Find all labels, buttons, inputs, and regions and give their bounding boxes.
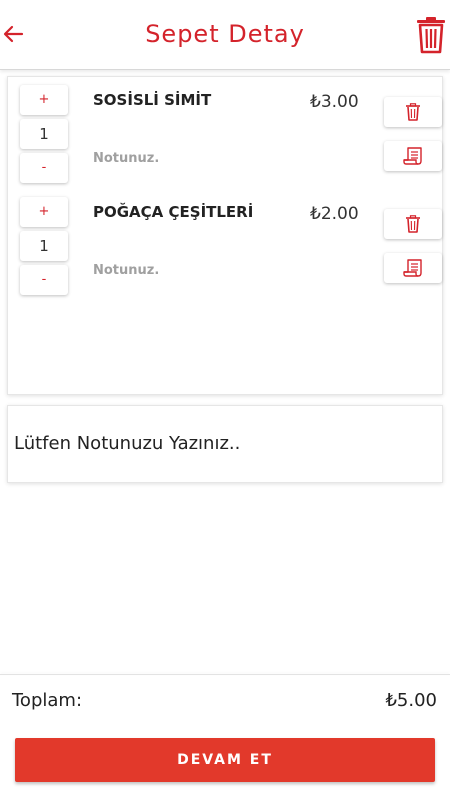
continue-button[interactable]: DEVAM ET [15,738,435,782]
cart-items-list: + 1 - SOSİSLİ SİMİT ₺3.00 Notunuz. + 1 -… [7,76,443,395]
trash-icon [417,17,445,54]
item-name: POĞAÇA ÇEŞİTLERİ [93,203,254,221]
decrement-button[interactable]: - [20,265,68,295]
decrement-button[interactable]: - [20,153,68,183]
order-note-input[interactable] [14,428,434,458]
page-title: Sepet Detay [145,20,305,48]
item-price: ₺2.00 [310,204,359,224]
trash-icon [406,103,420,121]
footer-divider [0,674,450,675]
receipt-note-icon [403,147,422,165]
total-label: Toplam: [12,690,83,711]
receipt-note-icon [403,259,422,277]
delete-item-button[interactable] [384,209,442,239]
add-note-button[interactable] [384,253,442,283]
item-name: SOSİSLİ SİMİT [93,91,212,109]
item-note[interactable]: Notunuz. [93,151,159,166]
item-price: ₺3.00 [310,92,359,112]
quantity-value: 1 [20,231,68,261]
item-note[interactable]: Notunuz. [93,263,159,278]
increment-button[interactable]: + [20,85,68,115]
total-value: ₺5.00 [385,690,437,711]
delete-item-button[interactable] [384,97,442,127]
add-note-button[interactable] [384,141,442,171]
quantity-value: 1 [20,119,68,149]
clear-cart-button[interactable] [414,16,448,54]
trash-icon [406,215,420,233]
increment-button[interactable]: + [20,197,68,227]
order-note-box [7,405,443,483]
app-header: Sepet Detay [0,0,450,70]
